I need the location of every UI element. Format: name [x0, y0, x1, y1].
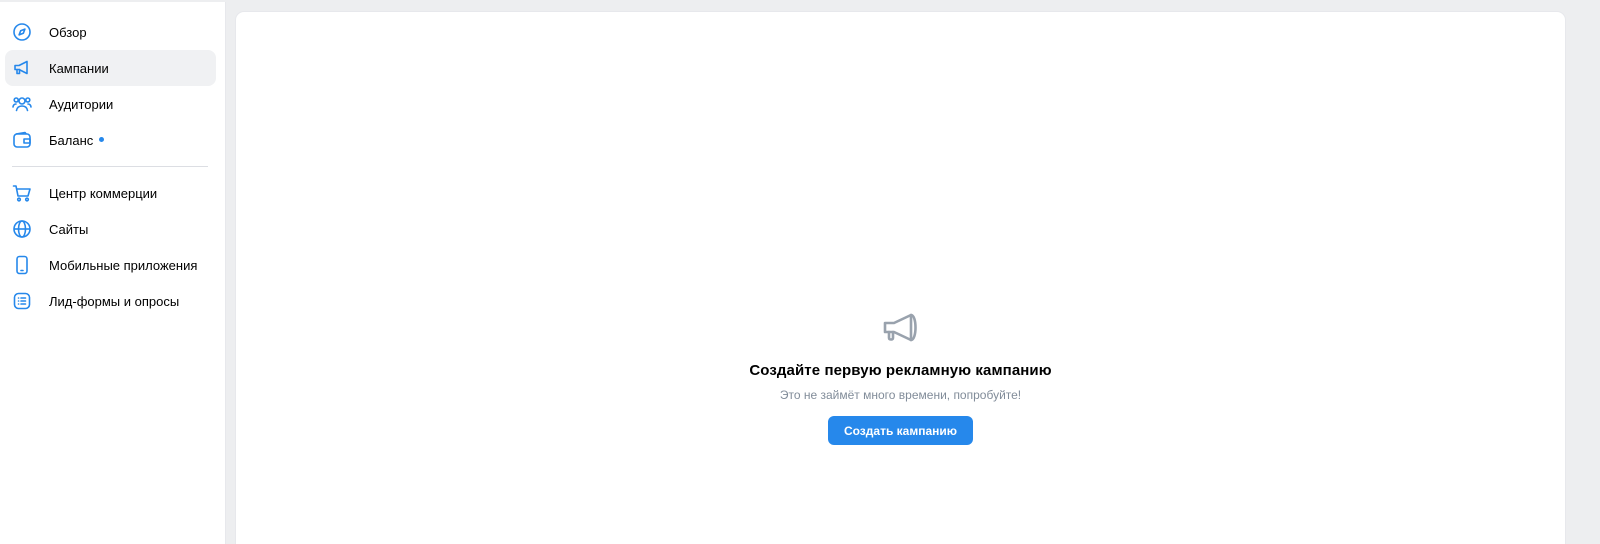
sidebar-item-label: Мобильные приложения	[49, 257, 198, 273]
main-content: Создайте первую рекламную кампанию Это н…	[236, 12, 1565, 544]
sidebar-item-commerce-center[interactable]: Центр коммерции	[5, 175, 216, 211]
list-form-icon	[12, 291, 32, 311]
sidebar-item-balance[interactable]: Баланс	[5, 122, 216, 158]
notification-dot	[99, 136, 105, 142]
sidebar-item-label: Лид-формы и опросы	[49, 293, 180, 309]
sidebar-item-sites[interactable]: Сайты	[5, 211, 216, 247]
sidebar-divider	[12, 166, 208, 167]
sidebar-item-mobile-apps[interactable]: Мобильные приложения	[5, 247, 216, 283]
app-root: Обзор Кампании Аудитории Баланс Центр ко…	[0, 0, 1600, 544]
sidebar-item-campaigns[interactable]: Кампании	[5, 50, 216, 86]
sidebar-item-audiences[interactable]: Аудитории	[5, 86, 216, 122]
sidebar-item-overview[interactable]: Обзор	[5, 14, 216, 50]
compass-icon	[12, 22, 32, 42]
create-campaign-button[interactable]: Создать кампанию	[827, 416, 974, 445]
smartphone-icon	[12, 255, 32, 275]
megaphone-icon	[12, 58, 32, 78]
cart-icon	[12, 183, 32, 203]
sidebar-item-label: Кампании	[49, 60, 109, 76]
sidebar-item-lead-forms[interactable]: Лид-формы и опросы	[5, 283, 216, 319]
sidebar-item-label: Центр коммерции	[49, 185, 158, 201]
megaphone-icon	[881, 308, 921, 348]
users-icon	[12, 94, 32, 114]
empty-state: Создайте первую рекламную кампанию Это н…	[236, 308, 1565, 445]
sidebar: Обзор Кампании Аудитории Баланс Центр ко…	[0, 2, 226, 544]
sidebar-item-label: Сайты	[49, 221, 89, 237]
wallet-icon	[12, 130, 32, 150]
sidebar-item-label: Обзор	[49, 24, 87, 40]
empty-state-subtitle: Это не займёт много времени, попробуйте!	[779, 388, 1022, 402]
sidebar-item-label: Аудитории	[49, 96, 114, 112]
globe-icon	[12, 219, 32, 239]
empty-state-title: Создайте первую рекламную кампанию	[749, 362, 1052, 379]
sidebar-item-label: Баланс	[49, 132, 94, 148]
